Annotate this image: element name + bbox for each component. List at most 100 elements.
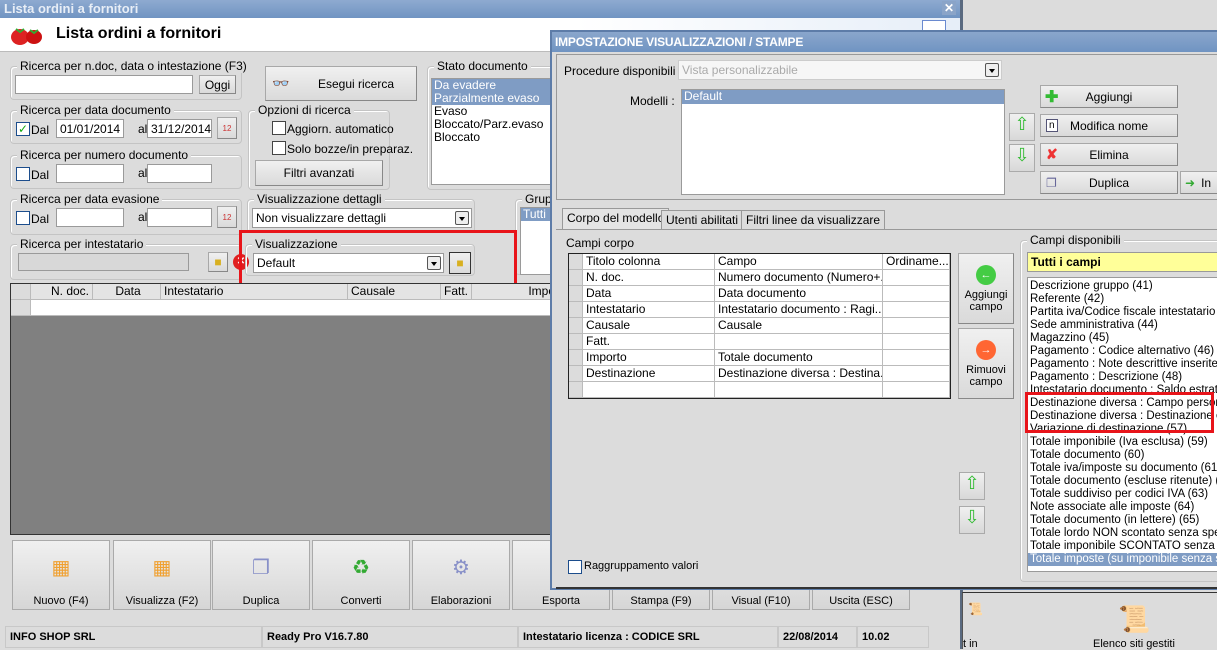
delete-model-button[interactable]: ✘ Elimina [1040, 143, 1178, 166]
folder-icon[interactable]: ■ [208, 252, 228, 272]
available-field-item[interactable]: Totale imponibile SCONTATO senza spes [1028, 540, 1217, 553]
table-cell[interactable] [883, 270, 950, 286]
elaborations-button[interactable]: ⚙ Elaborazioni [412, 540, 510, 610]
table-cell[interactable]: Destinazione [583, 366, 715, 382]
row-header[interactable] [569, 270, 583, 286]
available-filter[interactable]: Tutti i campi [1027, 252, 1217, 272]
date-ev-checkbox[interactable] [16, 211, 30, 225]
move-down-icon[interactable]: ⇩ [1009, 144, 1035, 172]
available-field-item[interactable]: Totale suddiviso per codici IVA (63) [1028, 488, 1217, 501]
duplicate-button[interactable]: ❐ Duplica [212, 540, 310, 610]
convert-button[interactable]: ♻ Converti [312, 540, 410, 610]
models-list[interactable]: Default [681, 89, 1005, 195]
date-ev-from-input[interactable] [56, 208, 124, 227]
table-cell[interactable] [883, 318, 950, 334]
add-field-button[interactable]: ← Aggiungi campo [958, 253, 1014, 324]
available-field-item[interactable]: Totale documento (60) [1028, 449, 1217, 462]
table-cell[interactable]: Causale [715, 318, 883, 334]
table-cell[interactable] [883, 350, 950, 366]
model-item[interactable]: Default [682, 90, 1004, 104]
move-down-icon[interactable]: ⇩ [959, 506, 985, 534]
column-header[interactable]: Intestatario [161, 284, 348, 300]
available-field-item[interactable]: Descrizione gruppo (41) [1028, 280, 1217, 293]
side-label-left[interactable]: t in [963, 638, 978, 650]
chevron-down-icon[interactable] [455, 211, 469, 225]
grouping-checkbox[interactable] [568, 560, 582, 574]
row-header[interactable] [569, 286, 583, 302]
row-header[interactable] [569, 334, 583, 350]
status-list[interactable]: Da evadere Parzialmente evaso Evaso Bloc… [431, 78, 561, 185]
table-cell[interactable] [883, 366, 950, 382]
rename-model-button[interactable]: n Modifica nome [1040, 114, 1178, 137]
calendar-icon[interactable]: 12 [217, 117, 237, 139]
table-cell[interactable] [883, 382, 950, 398]
row-header[interactable] [569, 382, 583, 398]
row-header[interactable] [569, 350, 583, 366]
table-cell[interactable] [583, 382, 715, 398]
date-doc-checkbox[interactable]: ✓ [16, 122, 30, 136]
available-field-item[interactable]: Totale imposte (su imponibile senza spes [1028, 553, 1217, 566]
move-up-icon[interactable]: ⇧ [1009, 113, 1035, 141]
available-field-item[interactable]: Sede amministrativa (44) [1028, 319, 1217, 332]
chevron-down-icon[interactable] [985, 63, 999, 77]
available-field-item[interactable]: Totale documento (escluse ritenute) (62 [1028, 475, 1217, 488]
available-field-item[interactable]: Pagamento : Note descrittive inserite su [1028, 358, 1217, 371]
table-cell[interactable]: Fatt. [583, 334, 715, 350]
date-ev-to-input[interactable] [147, 208, 212, 227]
sites-list-link[interactable]: Elenco siti gestiti [1093, 638, 1175, 650]
table-cell[interactable] [715, 382, 883, 398]
status-item[interactable]: Bloccato [432, 131, 560, 144]
num-doc-checkbox[interactable] [16, 167, 30, 181]
row-header[interactable] [569, 318, 583, 334]
view-button[interactable]: ▦ Visualizza (F2) [113, 540, 211, 610]
table-cell[interactable] [883, 334, 950, 350]
duplicate-model-button[interactable]: ❐ Duplica [1040, 171, 1178, 194]
table-cell[interactable] [883, 302, 950, 318]
column-header[interactable]: Data [93, 284, 161, 300]
table-cell[interactable]: Intestatario documento : Ragi... [715, 302, 883, 318]
available-field-item[interactable]: Partita iva/Codice fiscale intestatario … [1028, 306, 1217, 319]
num-doc-to-input[interactable] [147, 164, 212, 183]
column-header[interactable]: Ordiname... [883, 254, 950, 270]
search-doc-input[interactable] [15, 75, 193, 94]
column-header[interactable]: Fatt. [441, 284, 472, 300]
row-header[interactable] [569, 366, 583, 382]
available-field-item[interactable]: Totale lordo NON scontato senza spese [1028, 527, 1217, 540]
available-field-item[interactable]: Totale imponibile (Iva esclusa) (59) [1028, 436, 1217, 449]
new-button[interactable]: ▦ Nuovo (F4) [12, 540, 110, 610]
run-search-button[interactable]: 👓 Esegui ricerca [265, 66, 417, 101]
table-cell[interactable]: Importo [583, 350, 715, 366]
table-cell[interactable]: Numero documento (Numero+... [715, 270, 883, 286]
column-header[interactable]: Campo [715, 254, 883, 270]
tab-users[interactable]: Utenti abilitati [661, 210, 744, 230]
procedures-select[interactable]: Vista personalizzabile [678, 60, 1002, 80]
table-cell[interactable]: Data documento [715, 286, 883, 302]
column-header[interactable]: Impo [472, 284, 556, 300]
close-icon[interactable]: ✕ [942, 1, 956, 15]
add-model-button[interactable]: ✚ Aggiungi [1040, 85, 1178, 108]
table-cell[interactable] [883, 286, 950, 302]
details-select[interactable]: Non visualizzare dettagli [252, 208, 472, 228]
available-field-item[interactable]: Pagamento : Codice alternativo (46) [1028, 345, 1217, 358]
table-cell[interactable]: N. doc. [583, 270, 715, 286]
holder-input[interactable] [18, 253, 189, 271]
table-cell[interactable]: Destinazione diversa : Destina... [715, 366, 883, 382]
date-doc-from-input[interactable]: 01/01/2014 [56, 119, 124, 138]
import-model-button[interactable]: ➜ In [1180, 171, 1217, 194]
available-field-item[interactable]: Totale documento (in lettere) (65) [1028, 514, 1217, 527]
auto-update-checkbox[interactable] [272, 121, 286, 135]
remove-field-button[interactable]: → Rimuovi campo [958, 328, 1014, 399]
table-cell[interactable]: Intestatario [583, 302, 715, 318]
num-doc-from-input[interactable] [56, 164, 124, 183]
date-doc-to-input[interactable]: 31/12/2014 [147, 119, 212, 138]
tab-filters[interactable]: Filtri linee da visualizzare [741, 210, 886, 230]
advanced-filters-button[interactable]: Filtri avanzati [255, 160, 383, 186]
column-header[interactable]: Causale [348, 284, 441, 300]
body-fields-grid[interactable]: Titolo colonna Campo Ordiname... N. doc.… [568, 253, 951, 399]
row-header[interactable] [569, 302, 583, 318]
table-cell[interactable] [715, 334, 883, 350]
available-field-item[interactable]: Note associate alle imposte (64) [1028, 501, 1217, 514]
available-field-item[interactable]: Totale iva/imposte su documento (61) [1028, 462, 1217, 475]
table-row[interactable] [31, 300, 556, 316]
drafts-checkbox[interactable] [272, 141, 286, 155]
